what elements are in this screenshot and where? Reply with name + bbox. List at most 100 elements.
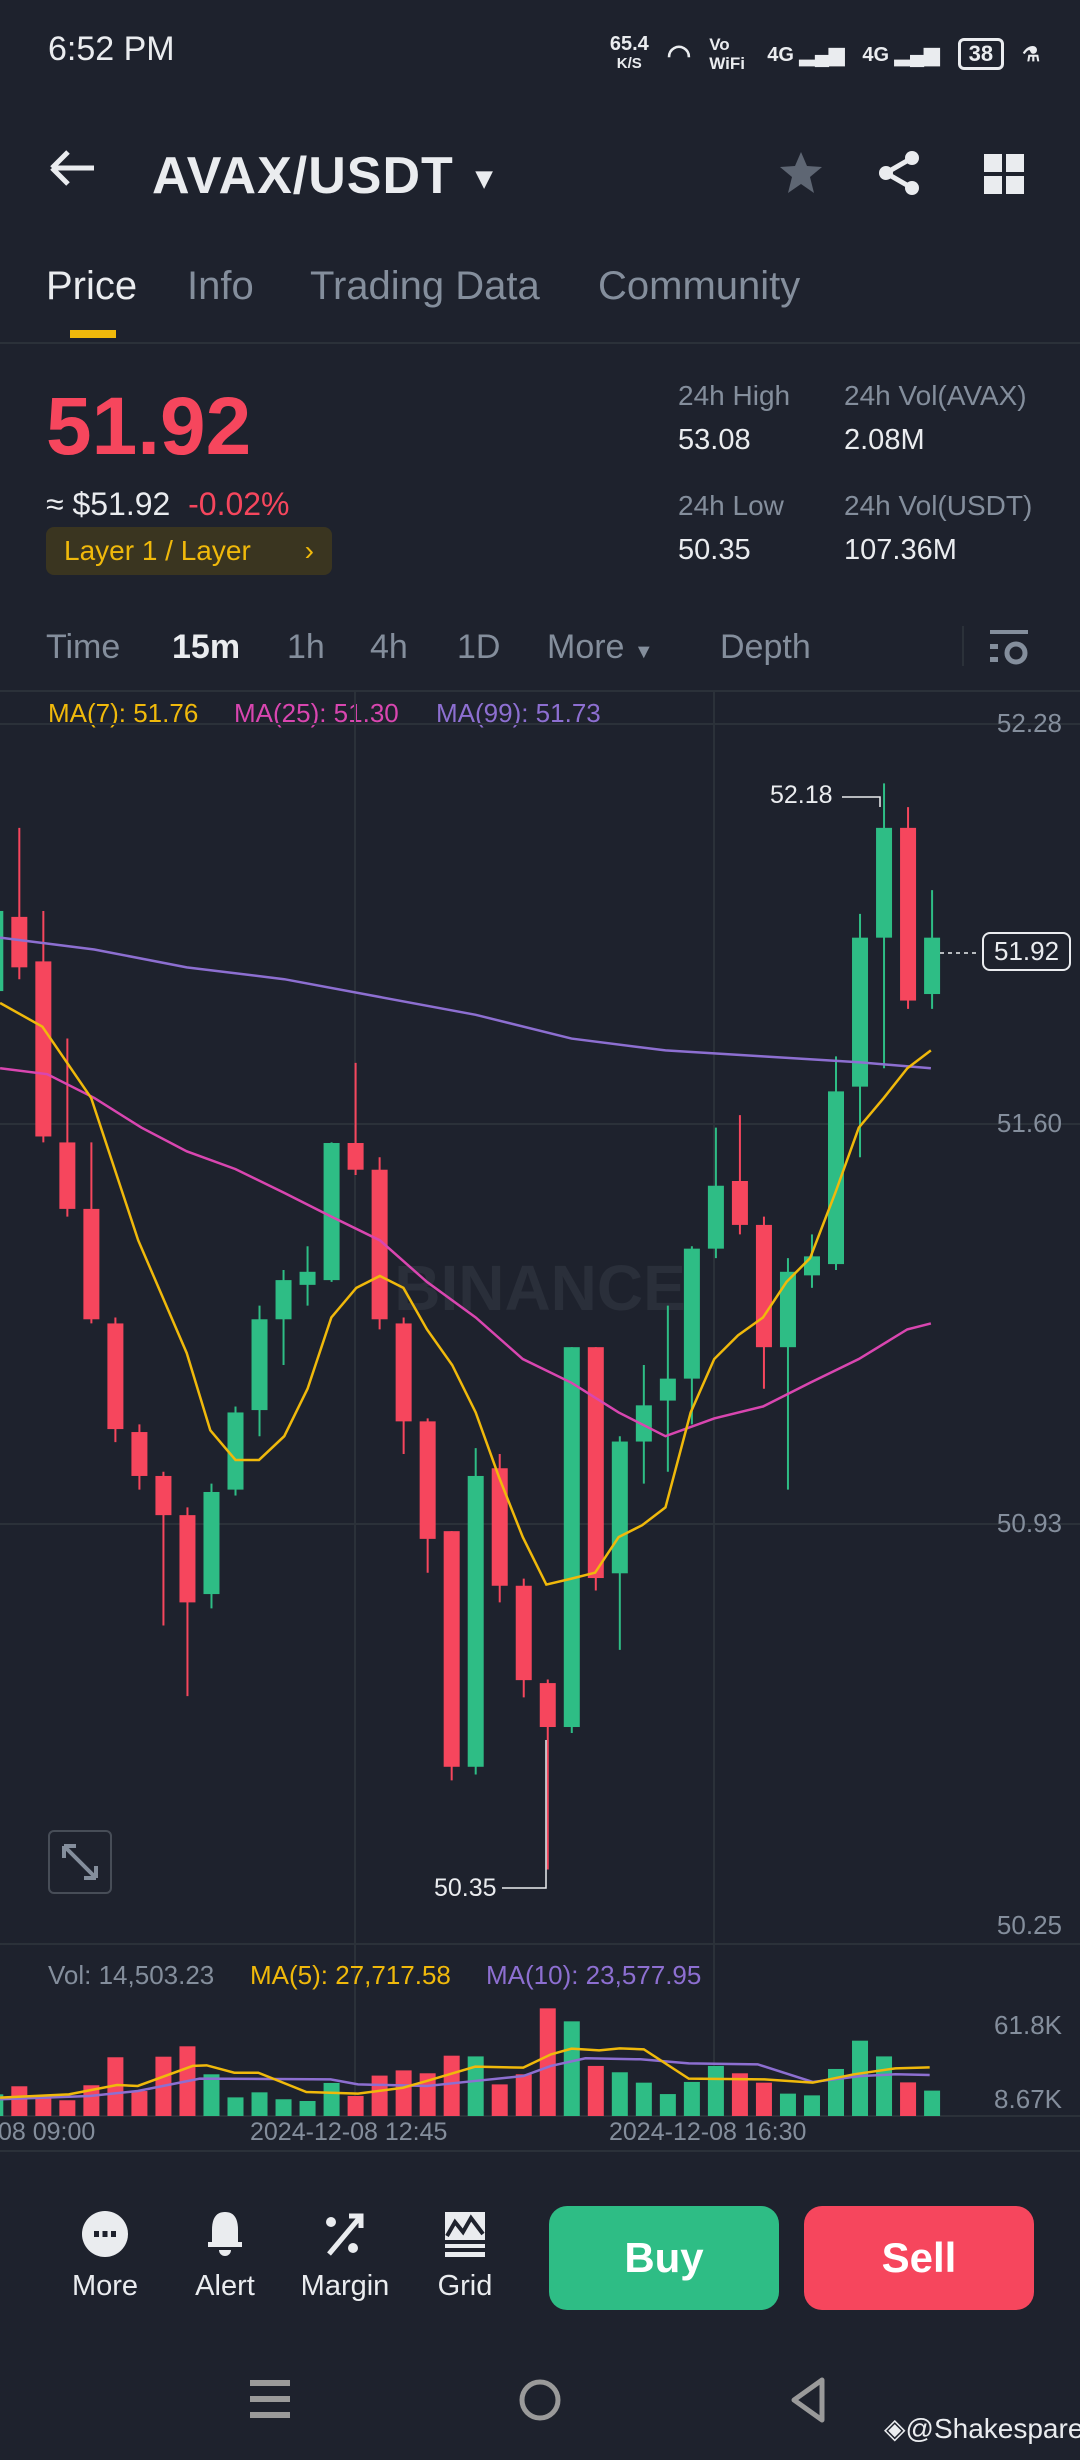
volume-axis-label: 8.67K (994, 2084, 1062, 2114)
volume-bar (659, 2094, 676, 2116)
volume-bar (203, 2074, 220, 2116)
candle-body (876, 827, 893, 938)
candle-body (131, 1432, 148, 1476)
volume-bar (900, 2082, 917, 2116)
candle-body (443, 1531, 460, 1767)
candle-body (659, 1378, 676, 1401)
volume-bar (11, 2086, 28, 2116)
candle-body (467, 1475, 484, 1767)
candle-body (491, 1468, 508, 1586)
alert-button[interactable]: Alert (170, 2210, 280, 2303)
candle-body (323, 1143, 340, 1281)
candle-body (731, 1180, 748, 1225)
candle-body (59, 1142, 76, 1209)
candle-body (683, 1248, 700, 1379)
current-price-marker: 51.92 (982, 932, 1072, 971)
time-label: 2024-12-08 16:30 (609, 2118, 807, 2146)
time-label: 2024-12-08 12:45 (250, 2118, 448, 2146)
candle-body (755, 1224, 772, 1348)
candle-body (347, 1143, 364, 1170)
candle-body (35, 961, 52, 1137)
candle-body (299, 1271, 316, 1285)
margin-icon (326, 2213, 364, 2256)
more-icon (82, 2211, 128, 2257)
candle-body (587, 1347, 604, 1579)
nav-back-button[interactable] (788, 2376, 828, 2429)
volume-bar (59, 2100, 76, 2116)
low-label: 50.35 (434, 1874, 497, 1902)
divider (0, 2150, 1080, 2152)
candle-body (227, 1412, 244, 1490)
menu-icon (250, 2380, 290, 2418)
divider (0, 1943, 1080, 1945)
volume-bar (299, 2100, 316, 2116)
home-circle-icon (519, 2379, 561, 2421)
volume-bar (563, 2021, 580, 2116)
volume-bar (515, 2074, 532, 2116)
ma99-line (0, 936, 931, 1070)
price-axis-label: 50.25 (996, 1910, 1062, 1940)
nav-home-button[interactable] (518, 2378, 562, 2427)
volume-bar (611, 2072, 628, 2116)
volume-bar (876, 2056, 893, 2116)
volume-bar (371, 2075, 388, 2116)
volume-bar (707, 2065, 724, 2116)
candle-body (707, 1185, 724, 1249)
candle-body (107, 1323, 124, 1430)
volume-bar (227, 2097, 244, 2116)
volume-bar (852, 2040, 869, 2116)
candle-body (0, 910, 4, 992)
high-label: 52.18 (770, 781, 833, 809)
candle-body (251, 1319, 268, 1411)
candle-body (11, 916, 28, 968)
volume-bar (635, 2082, 652, 2116)
volume-bar (251, 2092, 268, 2116)
buy-button[interactable]: Buy (549, 2206, 779, 2310)
volume-bar (347, 2095, 364, 2116)
candle-body (419, 1421, 436, 1539)
sell-button[interactable]: Sell (804, 2206, 1034, 2310)
back-triangle-icon (791, 2377, 825, 2423)
volume-bar (803, 2095, 820, 2116)
time-label: 08 09:00 (0, 2118, 96, 2146)
low-leader-line (502, 1740, 547, 1889)
more-button[interactable]: More (50, 2210, 160, 2303)
candle-body (803, 1256, 820, 1276)
candle-body (539, 1683, 556, 1728)
margin-button[interactable]: Margin (290, 2210, 400, 2303)
price-axis-label: 52.28 (996, 708, 1062, 738)
volume-bar (587, 2065, 604, 2116)
candle-body (395, 1323, 412, 1422)
candle-body (900, 827, 917, 1001)
grid-trading-icon (445, 2212, 485, 2257)
volume-bar (275, 2099, 292, 2116)
legend-vol-ma5: MA(5): 27,717.58 (250, 1960, 451, 1990)
legend-vol: Vol: 14,503.23 (48, 1960, 215, 1990)
candle-body (83, 1208, 100, 1320)
price-axis-label: 50.93 (996, 1508, 1062, 1538)
volume-axis-label: 61.8K (994, 2010, 1062, 2040)
candle-body (275, 1280, 292, 1320)
volume-bar (467, 2056, 484, 2116)
binance-logo-icon: ◈ (884, 2413, 906, 2444)
grid-button[interactable]: Grid (410, 2210, 520, 2303)
price-axis-label: 51.60 (996, 1108, 1062, 1138)
candle-body (203, 1491, 220, 1595)
volume-bar (924, 2090, 941, 2116)
candle-body (611, 1441, 628, 1574)
volume-bar (779, 2093, 796, 2116)
fullscreen-button[interactable] (48, 1830, 112, 1894)
candle-body (155, 1475, 172, 1516)
nav-recents-button[interactable] (250, 2378, 290, 2425)
candle-body (515, 1585, 532, 1681)
volume-bar (443, 2055, 460, 2116)
credit-watermark: ◈@Shakespare (884, 2413, 1080, 2444)
bell-icon (208, 2212, 242, 2256)
volume-bar (539, 2008, 556, 2116)
candle-body (779, 1271, 796, 1348)
legend-vol-ma10: MA(10): 23,577.95 (486, 1960, 702, 1990)
candlestick-chart[interactable]: BINANCE (0, 0, 1080, 2460)
volume-bar (131, 2091, 148, 2116)
candle-body (852, 937, 869, 1087)
candle-body (924, 937, 941, 995)
